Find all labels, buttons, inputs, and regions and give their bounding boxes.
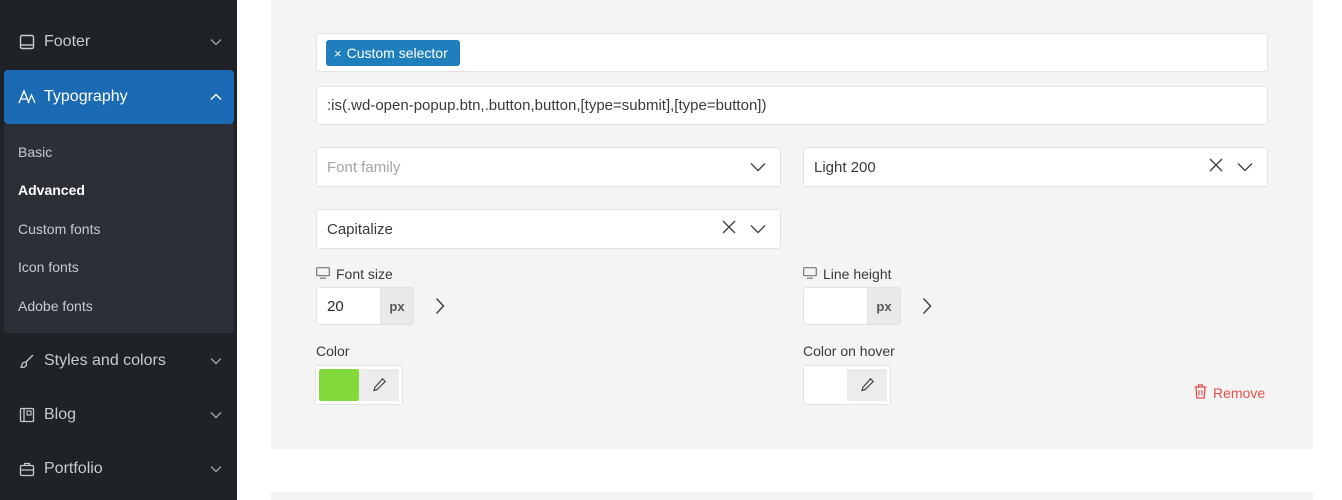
- chevron-right-icon[interactable]: [432, 296, 448, 316]
- font-family-placeholder: Font family: [327, 158, 401, 176]
- line-height-unit[interactable]: px: [867, 287, 901, 325]
- sidebar-item-label: Footer: [44, 33, 91, 50]
- line-height-label: Line height: [803, 266, 892, 282]
- close-icon[interactable]: ×: [334, 46, 342, 61]
- briefcase-icon: [18, 460, 36, 478]
- sidebar-item-label: Blog: [44, 406, 77, 423]
- footer-icon: [18, 33, 36, 51]
- selector-tag-label: Custom selector: [346, 45, 448, 61]
- clear-icon[interactable]: [722, 220, 736, 238]
- font-family-select[interactable]: Font family: [316, 147, 781, 187]
- color-control[interactable]: [315, 365, 403, 405]
- eyedropper-icon[interactable]: [359, 369, 399, 401]
- next-rule-card: [271, 492, 1313, 500]
- remove-label: Remove: [1213, 385, 1266, 401]
- sidebar: Footer Typography Basic Advanced Custom …: [0, 0, 237, 500]
- sidebar-item-footer[interactable]: Footer: [4, 15, 234, 69]
- submenu-item-adobe-fonts[interactable]: Adobe fonts: [18, 298, 93, 314]
- submenu-item-basic[interactable]: Basic: [18, 144, 52, 160]
- desktop-icon[interactable]: [316, 266, 330, 282]
- typography-icon: [18, 88, 36, 106]
- font-size-input[interactable]: 20: [316, 287, 381, 325]
- typography-submenu: Basic Advanced Custom fonts Icon fonts A…: [4, 124, 234, 333]
- color-hover-control[interactable]: [803, 365, 891, 405]
- chevron-down-icon: [210, 36, 222, 48]
- text-transform-select[interactable]: Capitalize: [316, 209, 781, 249]
- font-size-label: Font size: [316, 266, 393, 282]
- remove-button[interactable]: Remove: [1194, 384, 1265, 402]
- color-swatch[interactable]: [319, 369, 359, 401]
- chevron-down-icon[interactable]: [750, 159, 766, 176]
- font-size-label-text: Font size: [336, 266, 393, 282]
- chevron-down-icon: [210, 355, 222, 367]
- chevron-down-icon: [210, 463, 222, 475]
- line-height-label-text: Line height: [823, 266, 892, 282]
- submenu-item-advanced[interactable]: Advanced: [18, 182, 85, 198]
- font-size-unit[interactable]: px: [380, 287, 414, 325]
- color-hover-swatch[interactable]: [807, 369, 847, 401]
- sidebar-item-label: Styles and colors: [44, 352, 166, 369]
- sidebar-item-portfolio[interactable]: Portfolio: [4, 442, 234, 496]
- sidebar-item-label: Portfolio: [44, 460, 103, 477]
- submenu-item-icon-fonts[interactable]: Icon fonts: [18, 259, 79, 275]
- sidebar-item-label: Typography: [44, 88, 128, 105]
- font-weight-select[interactable]: Light 200: [803, 147, 1268, 187]
- custom-selector-value: :is(.wd-open-popup.btn,.button,button,[t…: [327, 97, 767, 114]
- submenu-item-custom-fonts[interactable]: Custom fonts: [18, 221, 100, 237]
- chevron-right-icon[interactable]: [919, 296, 935, 316]
- chevron-down-icon[interactable]: [750, 221, 766, 238]
- selector-tags-field[interactable]: × Custom selector: [316, 33, 1268, 72]
- sidebar-item-styles-and-colors[interactable]: Styles and colors: [4, 334, 234, 388]
- trash-icon: [1194, 384, 1207, 402]
- blog-icon: [18, 406, 36, 424]
- desktop-icon[interactable]: [803, 266, 817, 282]
- chevron-down-icon[interactable]: [1237, 159, 1253, 176]
- sidebar-item-blog[interactable]: Blog: [4, 388, 234, 442]
- chevron-up-icon: [210, 91, 222, 103]
- brush-icon: [18, 352, 36, 370]
- sidebar-item-typography[interactable]: Typography: [4, 70, 234, 124]
- color-label: Color: [316, 343, 350, 359]
- clear-icon[interactable]: [1209, 158, 1223, 176]
- selector-tag[interactable]: × Custom selector: [326, 40, 460, 66]
- chevron-down-icon: [210, 409, 222, 421]
- custom-selector-input[interactable]: :is(.wd-open-popup.btn,.button,button,[t…: [316, 86, 1268, 125]
- color-hover-label: Color on hover: [803, 343, 895, 359]
- line-height-input[interactable]: [803, 287, 868, 325]
- eyedropper-icon[interactable]: [847, 369, 887, 401]
- text-transform-value: Capitalize: [327, 220, 393, 238]
- font-weight-value: Light 200: [814, 158, 876, 176]
